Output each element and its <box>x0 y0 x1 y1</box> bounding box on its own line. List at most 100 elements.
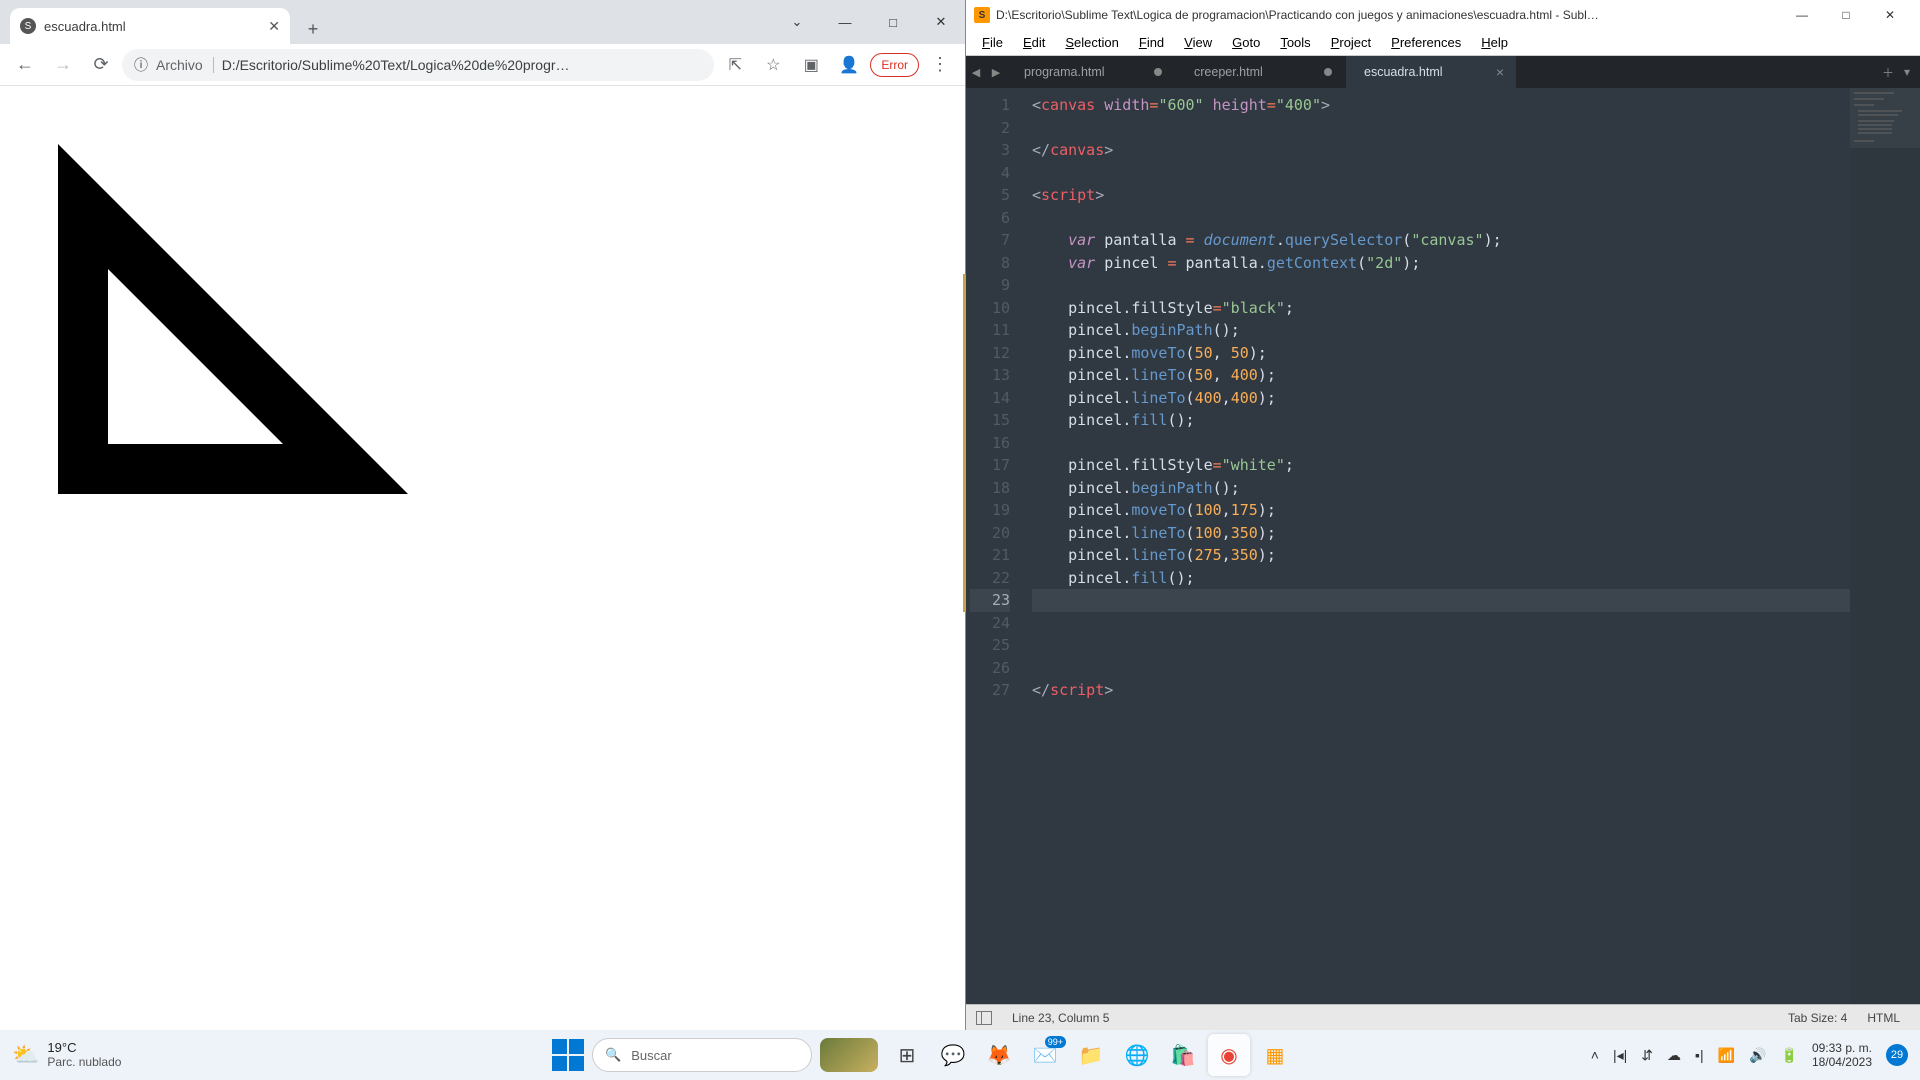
code-line[interactable]: pincel.fillStyle="white"; <box>1032 454 1850 477</box>
error-chip[interactable]: Error <box>870 53 919 77</box>
line-number[interactable]: 3 <box>970 139 1010 162</box>
tray-battery-icon[interactable]: 🔋 <box>1781 1047 1798 1064</box>
code-line[interactable] <box>1032 207 1850 230</box>
code-line[interactable]: <script> <box>1032 184 1850 207</box>
browser-tab[interactable]: S escuadra.html ✕ <box>10 8 290 44</box>
line-number[interactable]: 26 <box>970 657 1010 680</box>
minimap[interactable] <box>1850 88 1920 1004</box>
code-line[interactable]: pincel.lineTo(100,350); <box>1032 522 1850 545</box>
chrome-maximize-button[interactable]: □ <box>869 0 917 44</box>
tray-ime-icon[interactable]: |◂| <box>1613 1047 1627 1064</box>
url-input[interactable]: ⓘ Archivo D:/Escritorio/Sublime%20Text/L… <box>122 49 714 81</box>
code-line[interactable]: pincel.lineTo(50, 400); <box>1032 364 1850 387</box>
tab-close-icon[interactable]: × <box>1496 64 1504 80</box>
share-icon[interactable]: ⇱ <box>718 48 752 82</box>
code-line[interactable] <box>1032 432 1850 455</box>
chrome-minimize-button[interactable]: — <box>821 0 869 44</box>
dirty-indicator-icon[interactable] <box>1154 68 1162 76</box>
line-number[interactable]: 20 <box>970 522 1010 545</box>
code-line[interactable]: <canvas width="600" height="400"> <box>1032 94 1850 117</box>
profile-icon[interactable]: 👤 <box>832 48 866 82</box>
sidebar-toggle-icon[interactable] <box>976 1011 992 1025</box>
line-number[interactable]: 23 <box>970 589 1010 612</box>
sidepanel-icon[interactable]: ▣ <box>794 48 828 82</box>
reload-button[interactable]: ⟳ <box>84 48 118 82</box>
taskbar-chat-icon[interactable]: 💬 <box>932 1034 974 1076</box>
code-line[interactable] <box>1032 634 1850 657</box>
tray-volume-icon[interactable]: 🔊 <box>1749 1047 1766 1064</box>
code-line[interactable] <box>1032 612 1850 635</box>
forward-button[interactable]: → <box>46 48 80 82</box>
start-button[interactable] <box>552 1039 584 1071</box>
line-number[interactable]: 13 <box>970 364 1010 387</box>
code-line[interactable] <box>1032 589 1850 612</box>
menu-view[interactable]: View <box>1174 35 1222 50</box>
taskbar-edge-icon[interactable]: 🌐 <box>1116 1034 1158 1076</box>
taskbar-store-icon[interactable]: 🛍️ <box>1162 1034 1204 1076</box>
line-number[interactable]: 16 <box>970 432 1010 455</box>
line-number[interactable]: 19 <box>970 499 1010 522</box>
menu-project[interactable]: Project <box>1321 35 1381 50</box>
status-tabsize[interactable]: Tab Size: 4 <box>1778 1011 1857 1025</box>
line-number[interactable]: 9 <box>970 274 1010 297</box>
menu-edit[interactable]: Edit <box>1013 35 1055 50</box>
code-line[interactable] <box>1032 117 1850 140</box>
line-number[interactable]: 21 <box>970 544 1010 567</box>
line-number[interactable]: 10 <box>970 297 1010 320</box>
line-number[interactable]: 22 <box>970 567 1010 590</box>
tab-next-icon[interactable]: ▶ <box>986 56 1006 88</box>
taskbar-explorer-icon[interactable]: 📁 <box>1070 1034 1112 1076</box>
code-line[interactable]: pincel.fill(); <box>1032 567 1850 590</box>
code-line[interactable]: pincel.fill(); <box>1032 409 1850 432</box>
status-position[interactable]: Line 23, Column 5 <box>1002 1011 1119 1025</box>
line-number[interactable]: 4 <box>970 162 1010 185</box>
tray-wifi-icon[interactable]: 📶 <box>1718 1047 1735 1064</box>
file-tab[interactable]: programa.html <box>1006 56 1176 88</box>
line-number[interactable]: 1 <box>970 94 1010 117</box>
menu-file[interactable]: File <box>972 35 1013 50</box>
line-number[interactable]: 12 <box>970 342 1010 365</box>
code-line[interactable]: pincel.beginPath(); <box>1032 319 1850 342</box>
code-line[interactable]: pincel.moveTo(100,175); <box>1032 499 1850 522</box>
tab-close-icon[interactable]: ✕ <box>268 18 280 35</box>
sublime-titlebar[interactable]: S D:\Escritorio\Sublime Text\Logica de p… <box>966 0 1920 30</box>
menu-goto[interactable]: Goto <box>1222 35 1270 50</box>
line-number[interactable]: 15 <box>970 409 1010 432</box>
code-line[interactable]: pincel.lineTo(275,350); <box>1032 544 1850 567</box>
menu-find[interactable]: Find <box>1129 35 1174 50</box>
line-number[interactable]: 24 <box>970 612 1010 635</box>
tray-overflow-icon[interactable]: ˄ <box>1591 1047 1599 1063</box>
chrome-menu-icon[interactable]: ⋮ <box>923 54 957 75</box>
file-tab[interactable]: escuadra.html× <box>1346 56 1516 88</box>
menu-selection[interactable]: Selection <box>1055 35 1128 50</box>
taskbar-mail-icon[interactable]: ✉️ <box>1024 1034 1066 1076</box>
code-line[interactable]: pincel.moveTo(50, 50); <box>1032 342 1850 365</box>
tray-graph-icon[interactable]: ▪| <box>1695 1047 1704 1063</box>
status-syntax[interactable]: HTML <box>1857 1011 1910 1025</box>
taskbar-task-view-icon[interactable]: ⊞ <box>886 1034 928 1076</box>
line-gutter[interactable]: 1234567891011121314151617181920212223242… <box>970 88 1020 1004</box>
file-tab[interactable]: creeper.html <box>1176 56 1346 88</box>
taskbar-search[interactable]: 🔍 Buscar <box>592 1038 812 1072</box>
tab-prev-icon[interactable]: ◀ <box>966 56 986 88</box>
line-number[interactable]: 27 <box>970 679 1010 702</box>
code-line[interactable]: pincel.lineTo(400,400); <box>1032 387 1850 410</box>
taskbar-sublime-icon[interactable]: ▦ <box>1254 1034 1296 1076</box>
menu-tools[interactable]: Tools <box>1270 35 1320 50</box>
chrome-close-button[interactable]: ✕ <box>917 0 965 44</box>
line-number[interactable]: 5 <box>970 184 1010 207</box>
notification-badge[interactable]: 29 <box>1886 1044 1908 1066</box>
line-number[interactable]: 11 <box>970 319 1010 342</box>
line-number[interactable]: 7 <box>970 229 1010 252</box>
line-number[interactable]: 14 <box>970 387 1010 410</box>
code-line[interactable] <box>1032 657 1850 680</box>
dirty-indicator-icon[interactable] <box>1324 68 1332 76</box>
sublime-maximize-button[interactable]: □ <box>1824 0 1868 30</box>
site-info-icon[interactable]: ⓘ <box>134 55 148 75</box>
tab-menu-icon[interactable]: ▾ <box>1904 65 1910 79</box>
code-line[interactable]: </canvas> <box>1032 139 1850 162</box>
tray-tune-icon[interactable]: ⇵ <box>1641 1047 1653 1064</box>
tab-add-button[interactable]: ＋ <box>1882 64 1894 81</box>
code-line[interactable] <box>1032 162 1850 185</box>
line-number[interactable]: 8 <box>970 252 1010 275</box>
